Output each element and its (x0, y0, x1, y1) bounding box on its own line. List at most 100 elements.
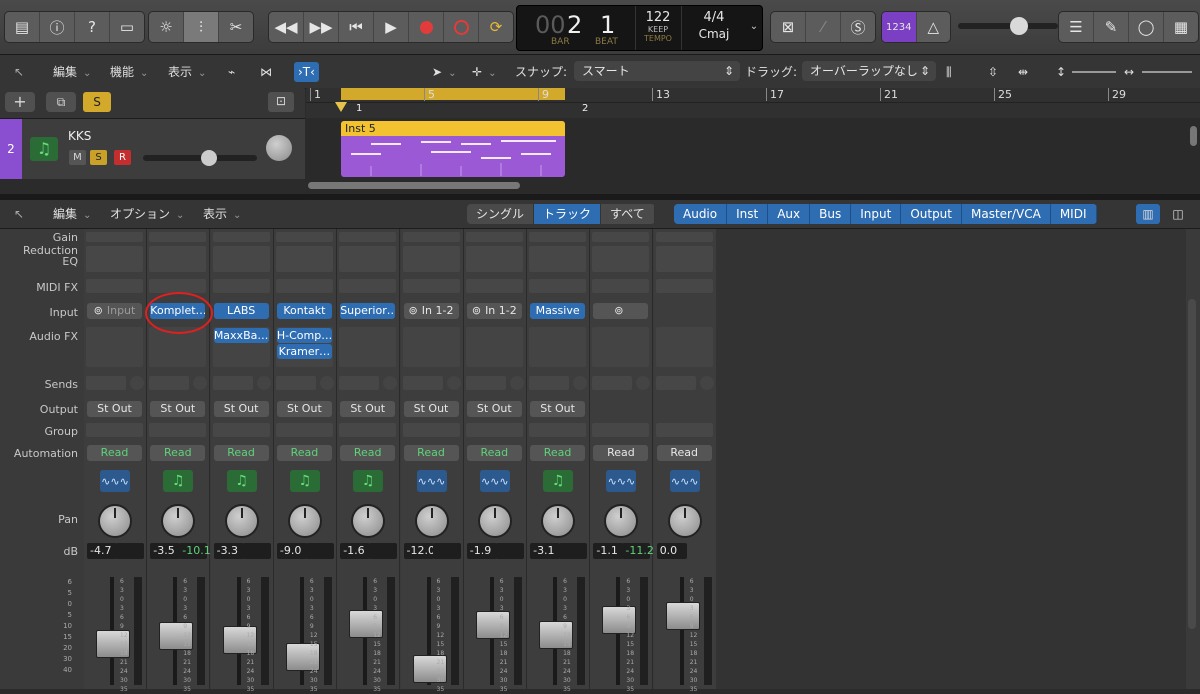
filter-bus[interactable]: Bus (810, 204, 852, 224)
pan-knob[interactable] (541, 504, 576, 538)
eq-thumbnail[interactable] (465, 246, 523, 272)
output-slot[interactable]: St Out (403, 401, 459, 417)
edit-menu[interactable]: 編集 ⌄ (53, 62, 91, 82)
output-slot[interactable]: St Out (87, 401, 142, 417)
output-slot[interactable]: St Out (340, 401, 396, 417)
midi-fx-slot[interactable] (655, 279, 713, 293)
vertical-zoom-slider[interactable] (1072, 71, 1116, 73)
send-slot[interactable] (149, 376, 190, 390)
pan-knob[interactable] (161, 504, 196, 538)
group-slot[interactable] (149, 423, 207, 437)
midi-fx-slot[interactable] (529, 279, 587, 293)
group-slot[interactable] (592, 423, 650, 437)
wide-channel-icon[interactable]: ◫ (1166, 204, 1190, 224)
library-icon[interactable]: ▤ (5, 12, 40, 42)
send-slot[interactable] (655, 376, 696, 390)
volume-db-value[interactable]: 0.0 (656, 543, 687, 559)
catch-icon[interactable]: ›T‹ (294, 62, 319, 82)
volume-db-value[interactable]: -1.1 (593, 543, 624, 559)
mode-single[interactable]: シングル (467, 204, 535, 224)
group-slot[interactable] (402, 423, 460, 437)
browser-icon[interactable]: ▦ (1164, 12, 1198, 42)
audio-fx-slot[interactable]: MaxxBa… (213, 328, 269, 343)
pan-knob[interactable] (604, 504, 639, 538)
pan-knob[interactable] (287, 504, 322, 538)
narrow-channel-icon[interactable]: ▥ (1136, 204, 1160, 224)
record-icon[interactable] (409, 12, 444, 42)
send-slot[interactable] (592, 376, 633, 390)
automation-mode[interactable]: Read (593, 445, 649, 461)
filter-aux[interactable]: Aux (768, 204, 811, 224)
eq-thumbnail[interactable] (655, 246, 713, 272)
master-volume-slider[interactable] (958, 17, 1058, 35)
play-icon[interactable]: ▶ (374, 12, 409, 42)
send-knob[interactable] (573, 376, 588, 390)
send-knob[interactable] (319, 376, 334, 390)
midi-fx-slot[interactable] (149, 279, 207, 293)
send-slot[interactable] (402, 376, 443, 390)
input-slot[interactable]: ⊚ (593, 303, 649, 319)
record-enable-button[interactable]: R (114, 150, 131, 165)
pan-knob[interactable] (351, 504, 386, 538)
send-knob[interactable] (636, 376, 651, 390)
track-lane[interactable]: Inst 5 (306, 119, 1200, 179)
flex-icon[interactable]: ⋈ (260, 62, 272, 82)
output-slot[interactable]: St Out (530, 401, 586, 417)
mixer-options-menu[interactable]: オプション ⌄ (110, 204, 184, 224)
midi-fx-slot[interactable] (86, 279, 143, 293)
eq-thumbnail[interactable] (529, 246, 587, 272)
mode-tracks[interactable]: トラック (534, 204, 602, 224)
snap-select[interactable]: スマート ⇕ (574, 61, 740, 81)
pencil-tool-icon[interactable]: ✛ ⌄ (472, 62, 496, 82)
mixer-edit-menu[interactable]: 編集 ⌄ (53, 204, 91, 224)
smart-controls-icon[interactable]: ☼ (149, 12, 184, 42)
track-header[interactable]: 2 ♫ KKS M S R (0, 119, 305, 179)
help-icon[interactable]: ? (75, 12, 110, 42)
horizontal-scrollbar[interactable] (308, 182, 520, 189)
global-solo-icon[interactable]: S (83, 92, 111, 112)
midi-fx-slot[interactable] (592, 279, 650, 293)
tuning-icon[interactable]: ⁄ (806, 12, 841, 42)
automation-mode[interactable]: Read (656, 445, 712, 461)
audio-fx-area[interactable] (592, 327, 650, 367)
automation-mode[interactable]: Read (213, 445, 269, 461)
capture-record-icon[interactable] (444, 12, 479, 42)
back-arrow-icon[interactable]: ↖ (14, 62, 24, 82)
send-knob[interactable] (383, 376, 398, 390)
mixer-view-menu[interactable]: 表示 ⌄ (203, 204, 241, 224)
send-knob[interactable] (699, 376, 714, 390)
view-menu[interactable]: 表示 ⌄ (168, 62, 206, 82)
fit-horizontal-icon[interactable]: ⇹ (1018, 62, 1028, 82)
eq-thumbnail[interactable] (339, 246, 397, 272)
pointer-tool-icon[interactable]: ➤ ⌄ (432, 62, 456, 82)
duplicate-track-icon[interactable]: ⧉ (46, 92, 76, 112)
send-knob[interactable] (509, 376, 524, 390)
send-knob[interactable] (130, 376, 144, 390)
output-slot[interactable]: St Out (276, 401, 332, 417)
mixer-icon[interactable]: ⫶ (184, 12, 219, 42)
pan-knob[interactable] (667, 504, 702, 538)
metronome-icon[interactable]: △ (917, 12, 951, 42)
group-slot[interactable] (529, 423, 587, 437)
automation-icon[interactable]: ⌁ (228, 62, 235, 82)
eq-thumbnail[interactable] (149, 246, 207, 272)
volume-db-value[interactable]: -3.5 (150, 543, 181, 559)
audio-fx-area[interactable] (529, 327, 587, 367)
group-slot[interactable] (212, 423, 270, 437)
notepad-icon[interactable]: ✎ (1094, 12, 1129, 42)
send-knob[interactable] (446, 376, 461, 390)
loops-icon[interactable]: ◯ (1129, 12, 1164, 42)
midi-fx-slot[interactable] (402, 279, 460, 293)
vertical-zoom-icon[interactable]: ↕ (1056, 62, 1066, 82)
send-slot[interactable] (529, 376, 570, 390)
midi-fx-slot[interactable] (339, 279, 397, 293)
input-slot[interactable]: Superior… (340, 303, 396, 319)
replace-icon[interactable]: ⊠ (771, 12, 806, 42)
track-list-collapse-icon[interactable]: ⊡ (268, 92, 294, 112)
automation-mode[interactable]: Read (466, 445, 522, 461)
automation-mode[interactable]: Read (150, 445, 206, 461)
solo-icon[interactable]: Ⓢ (841, 12, 875, 42)
filter-input[interactable]: Input (851, 204, 902, 224)
mode-all[interactable]: すべて (601, 204, 655, 224)
cycle-icon[interactable]: ⟳ (479, 12, 513, 42)
